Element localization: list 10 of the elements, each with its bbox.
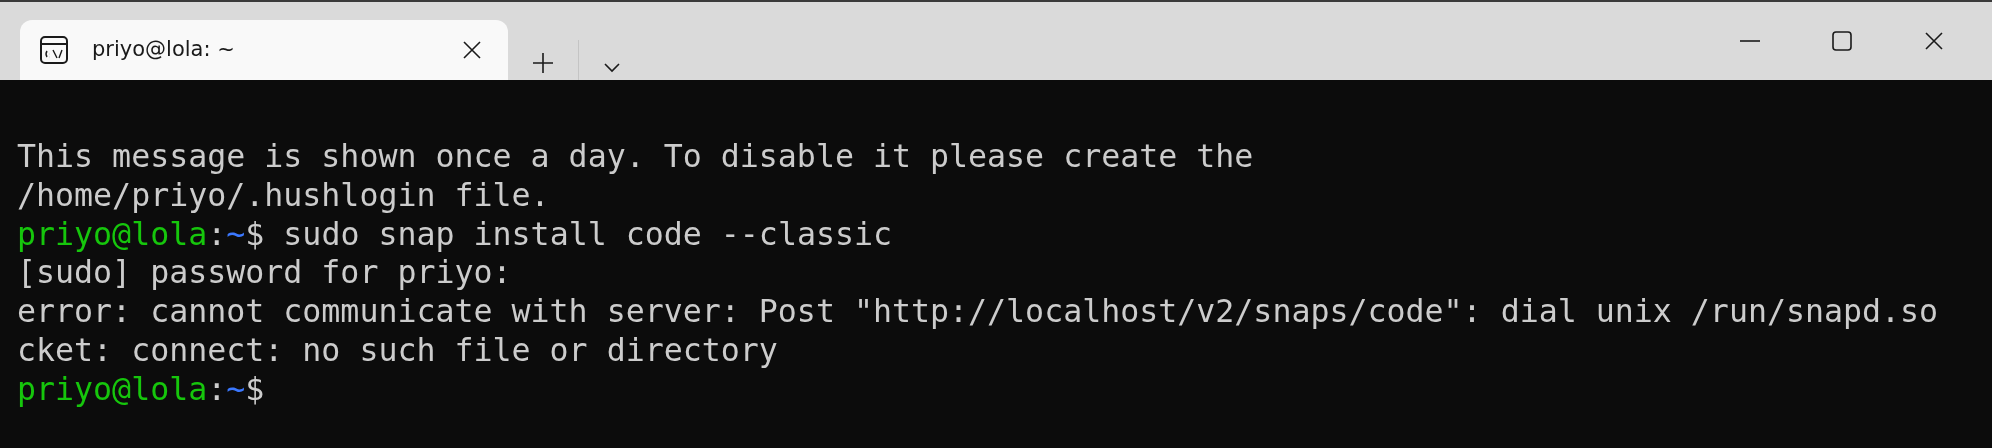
terminal-icon [40,36,68,64]
terminal-command: sudo snap install code --classic [283,215,893,252]
terminal-output: cket: connect: no such file or directory [17,332,778,368]
terminal-tab[interactable]: priyo@lola: ~ [20,20,508,80]
terminal-output: [sudo] password for priyo: [17,254,512,291]
terminal-output: /home/priyo/.hushlogin file. [17,176,550,213]
shell-prompt: priyo@lola:~$ [17,370,265,407]
terminal-output: error: cannot communicate with server: Post "http://localhost/v2/snaps/code": dial unix /run/snapd.so [17,293,1939,330]
shell-prompt: priyo@lola:~$ [17,215,265,252]
terminal-output: This message is shown once a day. To disable it please create the [17,138,1254,174]
